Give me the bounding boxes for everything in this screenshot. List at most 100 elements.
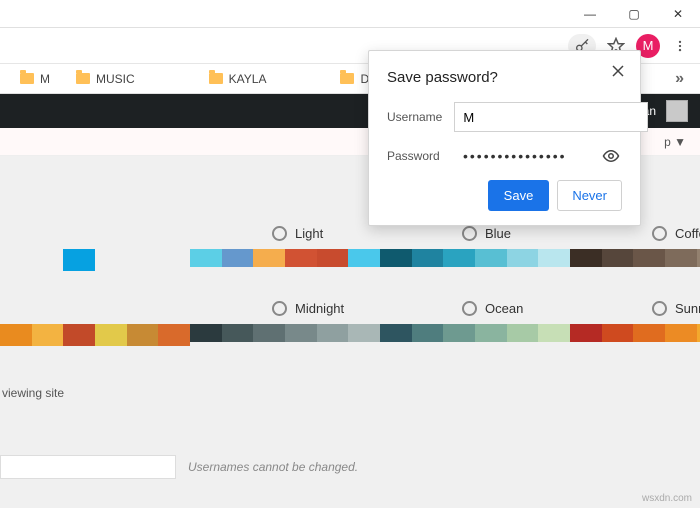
theme-label: Blue [485,226,511,241]
swatch [317,249,349,267]
close-icon [612,65,624,77]
swatch [412,249,444,267]
swatch [665,249,697,267]
theme-radio[interactable] [462,226,477,241]
theme-swatches [190,249,380,267]
swatch [602,249,634,267]
popup-close-button[interactable] [608,61,628,85]
swatch [0,249,32,271]
theme-swatches [570,324,700,342]
theme-radio[interactable] [272,301,287,316]
password-label: Password [387,149,451,163]
bookmark-label: MUSIC [96,72,135,86]
swatch [475,324,507,342]
swatch [285,249,317,267]
theme-swatches [380,249,570,267]
folder-icon [340,73,354,84]
theme-label: Sunrise [675,301,700,316]
swatch [443,324,475,342]
theme-label: Coffee [675,226,700,241]
swatch [443,249,475,267]
swatch [570,249,602,267]
swatch [190,249,222,267]
dots-vertical-icon [673,39,687,53]
theme-option-coffee: Coffee [570,226,700,271]
swatch [633,324,665,342]
user-avatar-thumb[interactable] [666,100,688,122]
swatch [0,324,32,346]
swatch [317,324,349,342]
swatch [63,249,95,271]
bookmark-label: M [40,72,50,86]
swatch [507,324,539,342]
popup-title: Save password? [387,69,622,86]
window-close-button[interactable]: ✕ [656,0,700,28]
swatch [348,249,380,267]
theme-radio[interactable] [462,301,477,316]
theme-option-blue: Blue [380,226,570,271]
folder-icon [76,73,90,84]
window-minimize-button[interactable]: — [568,0,612,28]
browser-menu-button[interactable] [668,34,692,58]
swatch [158,249,190,271]
username-hint: Usernames cannot be changed. [188,460,358,474]
swatch [348,324,380,342]
theme-option-ocean: Ocean [380,301,570,346]
swatch [32,324,64,346]
username-input[interactable] [0,455,176,479]
swatch [665,324,697,342]
never-button[interactable]: Never [557,180,622,211]
reveal-password-button[interactable] [600,145,622,167]
folder-icon [209,73,223,84]
swatch [32,249,64,271]
save-password-popup: Save password? Username Password •••••••… [368,50,641,226]
swatch [158,324,190,346]
theme-label: Ocean [485,301,523,316]
username-row: Usernames cannot be changed. [0,455,700,479]
theme-option-light: Light [190,226,380,271]
swatch [602,324,634,342]
theme-option-current2 [0,301,190,346]
popup-username-input[interactable] [454,102,648,132]
swatch [127,249,159,271]
bookmark-label: KAYLA [229,72,267,86]
swatch [412,324,444,342]
window-maximize-button[interactable]: ▢ [612,0,656,28]
viewing-site-label: viewing site [0,346,700,400]
swatch [633,249,665,267]
theme-option-current [0,226,190,271]
bookmark-folder-kayla[interactable]: KAYLA [199,69,277,89]
username-label: Username [387,110,442,124]
swatch [95,249,127,271]
swatch [475,249,507,267]
theme-radio[interactable] [272,226,287,241]
swatch [285,324,317,342]
swatch [222,249,254,267]
swatch [380,324,412,342]
swatch [380,249,412,267]
save-button[interactable]: Save [488,180,550,211]
swatch [63,324,95,346]
window-titlebar: — ▢ ✕ [0,0,700,28]
popup-password-masked: ••••••••••••••• [463,144,600,168]
swatch [127,324,159,346]
bookmark-folder-m[interactable]: M [10,69,60,89]
theme-radio[interactable] [652,226,667,241]
swatch [570,324,602,342]
swatch [253,249,285,267]
theme-option-sunrise: Sunrise [570,301,700,346]
bookmarks-overflow-button[interactable]: » [669,70,690,88]
subbar-dropdown[interactable]: p ▼ [664,135,686,149]
swatch [95,324,127,346]
watermark-text: wsxdn.com [642,493,692,504]
theme-label: Light [295,226,323,241]
theme-radio[interactable] [652,301,667,316]
theme-label: Midnight [295,301,344,316]
theme-swatches [0,249,190,271]
swatch [538,324,570,342]
theme-swatches [190,324,380,342]
bookmark-folder-music[interactable]: MUSIC [66,69,145,89]
swatch [190,324,222,342]
theme-swatches [380,324,570,342]
folder-icon [20,73,34,84]
